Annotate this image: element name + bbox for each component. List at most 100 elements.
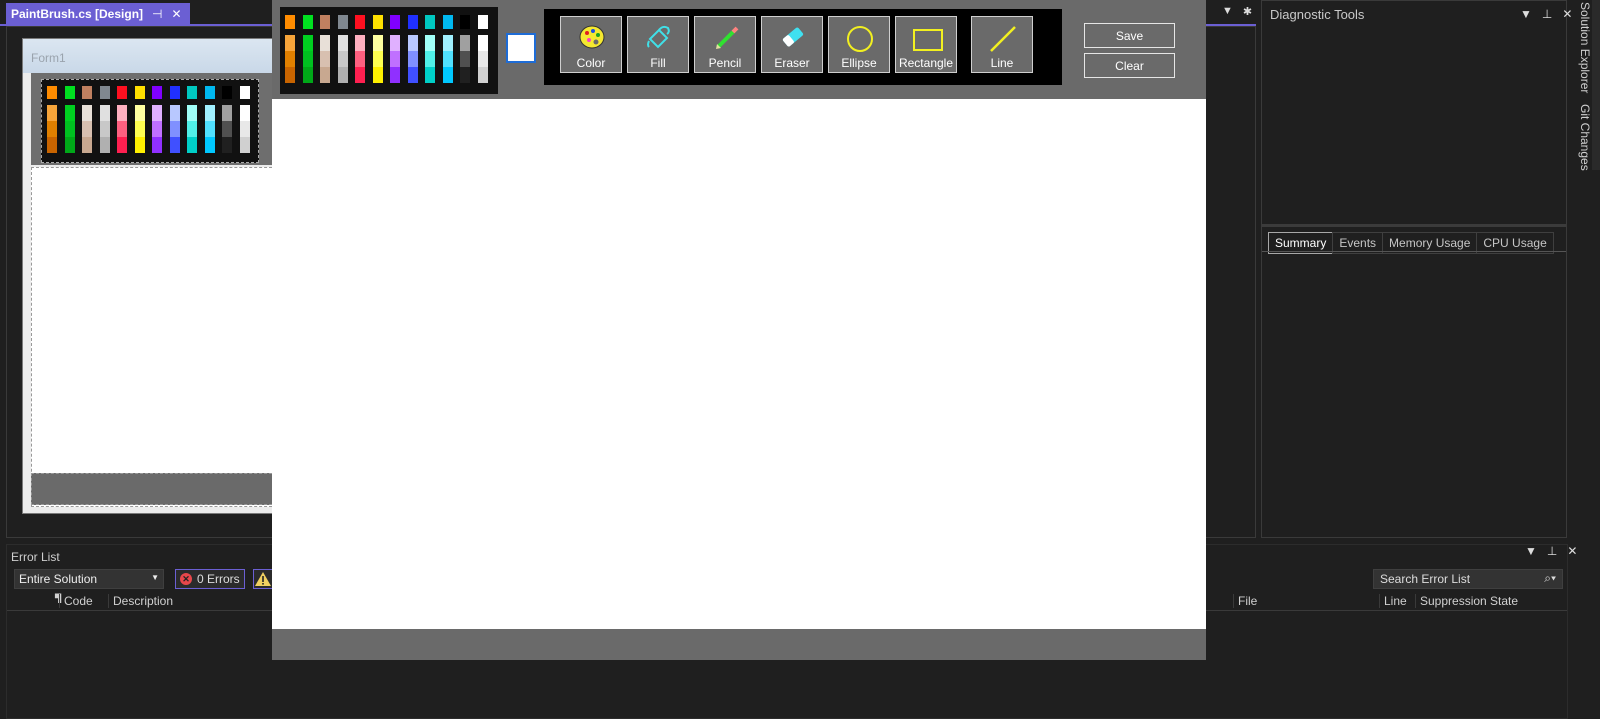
palette-shade-swatch[interactable]: [407, 67, 418, 83]
palette-swatch[interactable]: [390, 15, 400, 29]
palette-swatch[interactable]: [442, 15, 453, 29]
palette-shade-swatch[interactable]: [407, 51, 418, 67]
document-tab-paintbrush-design[interactable]: PaintBrush.cs [Design] ⊣ ✕: [6, 3, 190, 24]
designer-palette-shade-swatch[interactable]: [64, 137, 75, 153]
save-button[interactable]: Save: [1084, 23, 1175, 48]
palette-shade-swatch[interactable]: [390, 35, 400, 51]
designer-palette-swatch[interactable]: [152, 86, 162, 99]
designer-palette-shade-swatch[interactable]: [239, 137, 250, 153]
designer-palette-swatch[interactable]: [169, 86, 180, 99]
close-icon[interactable]: ✕: [1567, 544, 1577, 558]
column-suppression-state[interactable]: Suppression State: [1415, 594, 1518, 608]
column-line[interactable]: Line: [1379, 594, 1407, 608]
designer-palette-shade-swatch[interactable]: [222, 137, 232, 153]
designer-form[interactable]: Form1: [22, 38, 295, 514]
designer-palette-shade-swatch[interactable]: [82, 121, 92, 137]
palette-swatch[interactable]: [337, 15, 348, 29]
search-error-list-input[interactable]: Search Error List ⌕▾: [1373, 569, 1563, 589]
warnings-filter-button[interactable]: [253, 569, 273, 589]
rectangle-tool-button[interactable]: Rectangle: [895, 16, 957, 73]
side-scrollbar[interactable]: [1592, 0, 1600, 170]
designer-palette-shade-swatch[interactable]: [187, 137, 197, 153]
palette-shade-swatch[interactable]: [302, 35, 313, 51]
pin-icon[interactable]: ⊥: [1547, 544, 1557, 558]
designer-bottom-panel[interactable]: [31, 473, 277, 505]
error-scope-dropdown[interactable]: Entire Solution ▼: [14, 569, 164, 589]
drawing-canvas[interactable]: [272, 99, 1206, 629]
palette-shade-swatch[interactable]: [337, 67, 348, 83]
palette-shade-swatch[interactable]: [477, 35, 488, 51]
eraser-tool-button[interactable]: Eraser: [761, 16, 823, 73]
designer-palette-shade-swatch[interactable]: [64, 121, 75, 137]
designer-palette-shade-swatch[interactable]: [152, 121, 162, 137]
column-file[interactable]: File: [1233, 594, 1257, 608]
palette-shade-swatch[interactable]: [355, 67, 365, 83]
designer-palette-shade-swatch[interactable]: [82, 105, 92, 121]
palette-shade-swatch[interactable]: [425, 67, 435, 83]
palette-shade-swatch[interactable]: [460, 67, 470, 83]
palette-shade-swatch[interactable]: [355, 51, 365, 67]
designer-palette-shade-swatch[interactable]: [204, 121, 215, 137]
designer-palette-shade-swatch[interactable]: [82, 137, 92, 153]
fill-tool-button[interactable]: Fill: [627, 16, 689, 73]
palette-shade-swatch[interactable]: [372, 51, 383, 67]
current-color-swatch[interactable]: [506, 33, 536, 63]
designer-palette-swatch[interactable]: [239, 86, 250, 99]
designer-palette-shade-swatch[interactable]: [222, 105, 232, 121]
palette-shade-swatch[interactable]: [320, 35, 330, 51]
palette-shade-swatch[interactable]: [355, 35, 365, 51]
palette-swatch[interactable]: [407, 15, 418, 29]
palette-shade-swatch[interactable]: [407, 35, 418, 51]
palette-shade-swatch[interactable]: [302, 51, 313, 67]
designer-palette-shade-swatch[interactable]: [152, 105, 162, 121]
side-tab-solution-explorer[interactable]: Solution Explorer: [1578, 2, 1592, 93]
column-description[interactable]: Description: [108, 594, 173, 608]
palette-shade-swatch[interactable]: [442, 67, 453, 83]
designer-palette-shade-swatch[interactable]: [47, 137, 57, 153]
designer-palette-shade-swatch[interactable]: [117, 137, 127, 153]
palette-swatch[interactable]: [302, 15, 313, 29]
palette-shade-swatch[interactable]: [285, 35, 295, 51]
palette-shade-swatch[interactable]: [425, 35, 435, 51]
designer-palette-shade-swatch[interactable]: [239, 105, 250, 121]
palette-swatch[interactable]: [320, 15, 330, 29]
search-icon[interactable]: ⌕▾: [1544, 571, 1556, 586]
designer-palette-shade-swatch[interactable]: [117, 105, 127, 121]
palette-shade-swatch[interactable]: [302, 67, 313, 83]
designer-palette-swatch[interactable]: [47, 86, 57, 99]
designer-palette-swatch[interactable]: [222, 86, 232, 99]
palette-shade-swatch[interactable]: [320, 67, 330, 83]
designer-palette-swatch[interactable]: [134, 86, 145, 99]
designer-palette-shade-swatch[interactable]: [239, 121, 250, 137]
palette-swatch[interactable]: [477, 15, 488, 29]
designer-top-panel[interactable]: [31, 73, 277, 165]
palette-swatch[interactable]: [425, 15, 435, 29]
dropdown-icon[interactable]: ▼: [1222, 5, 1233, 18]
palette-shade-swatch[interactable]: [477, 67, 488, 83]
palette-shade-swatch[interactable]: [285, 67, 295, 83]
designer-palette-shade-swatch[interactable]: [169, 105, 180, 121]
designer-color-palette[interactable]: [41, 79, 259, 163]
palette-shade-swatch[interactable]: [285, 51, 295, 67]
designer-palette-swatch[interactable]: [117, 86, 127, 99]
palette-shade-swatch[interactable]: [442, 51, 453, 67]
designer-palette-shade-swatch[interactable]: [99, 137, 110, 153]
designer-palette-shade-swatch[interactable]: [222, 121, 232, 137]
designer-palette-swatch[interactable]: [204, 86, 215, 99]
palette-shade-swatch[interactable]: [390, 51, 400, 67]
palette-shade-swatch[interactable]: [460, 51, 470, 67]
designer-palette-shade-swatch[interactable]: [99, 105, 110, 121]
line-tool-button[interactable]: Line: [971, 16, 1033, 73]
designer-palette-shade-swatch[interactable]: [117, 121, 127, 137]
designer-palette-shade-swatch[interactable]: [47, 105, 57, 121]
dropdown-icon[interactable]: ▼: [1525, 544, 1537, 558]
pin-icon[interactable]: ⊣: [152, 7, 162, 21]
designer-palette-shade-swatch[interactable]: [134, 137, 145, 153]
palette-shade-swatch[interactable]: [320, 51, 330, 67]
designer-palette-swatch[interactable]: [99, 86, 110, 99]
designer-palette-shade-swatch[interactable]: [169, 137, 180, 153]
color-palette[interactable]: [280, 7, 498, 94]
palette-swatch[interactable]: [372, 15, 383, 29]
color-tool-button[interactable]: Color: [560, 16, 622, 73]
palette-shade-swatch[interactable]: [460, 35, 470, 51]
